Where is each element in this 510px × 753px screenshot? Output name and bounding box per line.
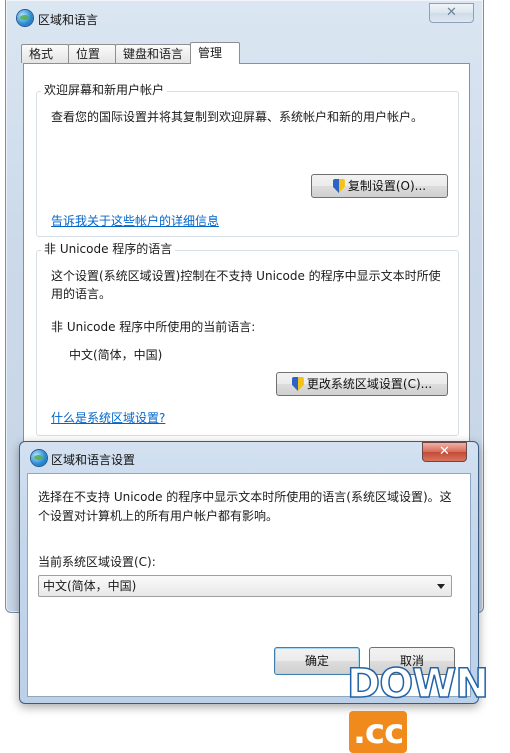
welcome-description: 查看您的国际设置并将其复制到欢迎屏幕、系统帐户和新的用户帐户。 <box>51 110 424 124</box>
watermark-brand: DOWN <box>346 660 489 708</box>
uac-shield-icon <box>291 377 304 391</box>
welcome-group-legend: 欢迎屏幕和新用户帐户 <box>41 81 168 98</box>
dialog-description-line1: 选择在不支持 Unicode 的程序中显示文本时所使用的语言(系统区域设置)。这 <box>38 490 452 504</box>
copy-settings-label: 复制设置(O)... <box>347 179 427 193</box>
current-language-label: 非 Unicode 程序中所使用的当前语言: <box>51 320 256 334</box>
tab-administrative[interactable]: 管理 <box>190 42 240 64</box>
watermark-suffix: .cc <box>349 711 408 753</box>
uac-shield-icon <box>332 179 345 193</box>
non-unicode-group-legend: 非 Unicode 程序的语言 <box>41 240 176 257</box>
current-language-value: 中文(简体，中国) <box>69 348 163 362</box>
dialog-title: 区域和语言设置 <box>51 453 136 467</box>
site-watermark: DOWN.cc <box>346 660 510 753</box>
dialog-close-button[interactable]: ✕ <box>422 442 467 462</box>
change-system-locale-button[interactable]: 更改系统区域设置(C)... <box>276 372 448 396</box>
accounts-info-link[interactable]: 告诉我关于这些帐户的详细信息 <box>51 212 219 229</box>
system-locale-label: 当前系统区域设置(C): <box>38 555 156 569</box>
globe-icon <box>31 450 47 466</box>
system-locale-help-link[interactable]: 什么是系统区域设置? <box>51 409 165 426</box>
tab-location[interactable]: 位置 <box>68 44 116 63</box>
non-unicode-description-line1: 这个设置(系统区域设置)控制在不支持 Unicode 的程序中显示文本时所使 <box>51 269 441 283</box>
globe-icon <box>17 10 33 26</box>
close-button[interactable]: ✕ <box>429 3 474 23</box>
change-system-locale-label: 更改系统区域设置(C)... <box>306 377 433 391</box>
system-locale-selected-value: 中文(简体，中国) <box>43 579 137 593</box>
chevron-down-icon <box>437 584 445 589</box>
copy-settings-button[interactable]: 复制设置(O)... <box>311 174 448 198</box>
system-locale-select[interactable]: 中文(简体，中国) <box>38 575 452 597</box>
non-unicode-description-line2: 用的语言。 <box>51 287 112 301</box>
tab-keyboards-languages[interactable]: 键盘和语言 <box>115 44 191 63</box>
tab-formats[interactable]: 格式 <box>21 44 69 63</box>
dialog-description-line2: 个设置对计算机上的所有用户帐户都有影响。 <box>38 509 279 523</box>
window-title: 区域和语言 <box>38 13 99 27</box>
